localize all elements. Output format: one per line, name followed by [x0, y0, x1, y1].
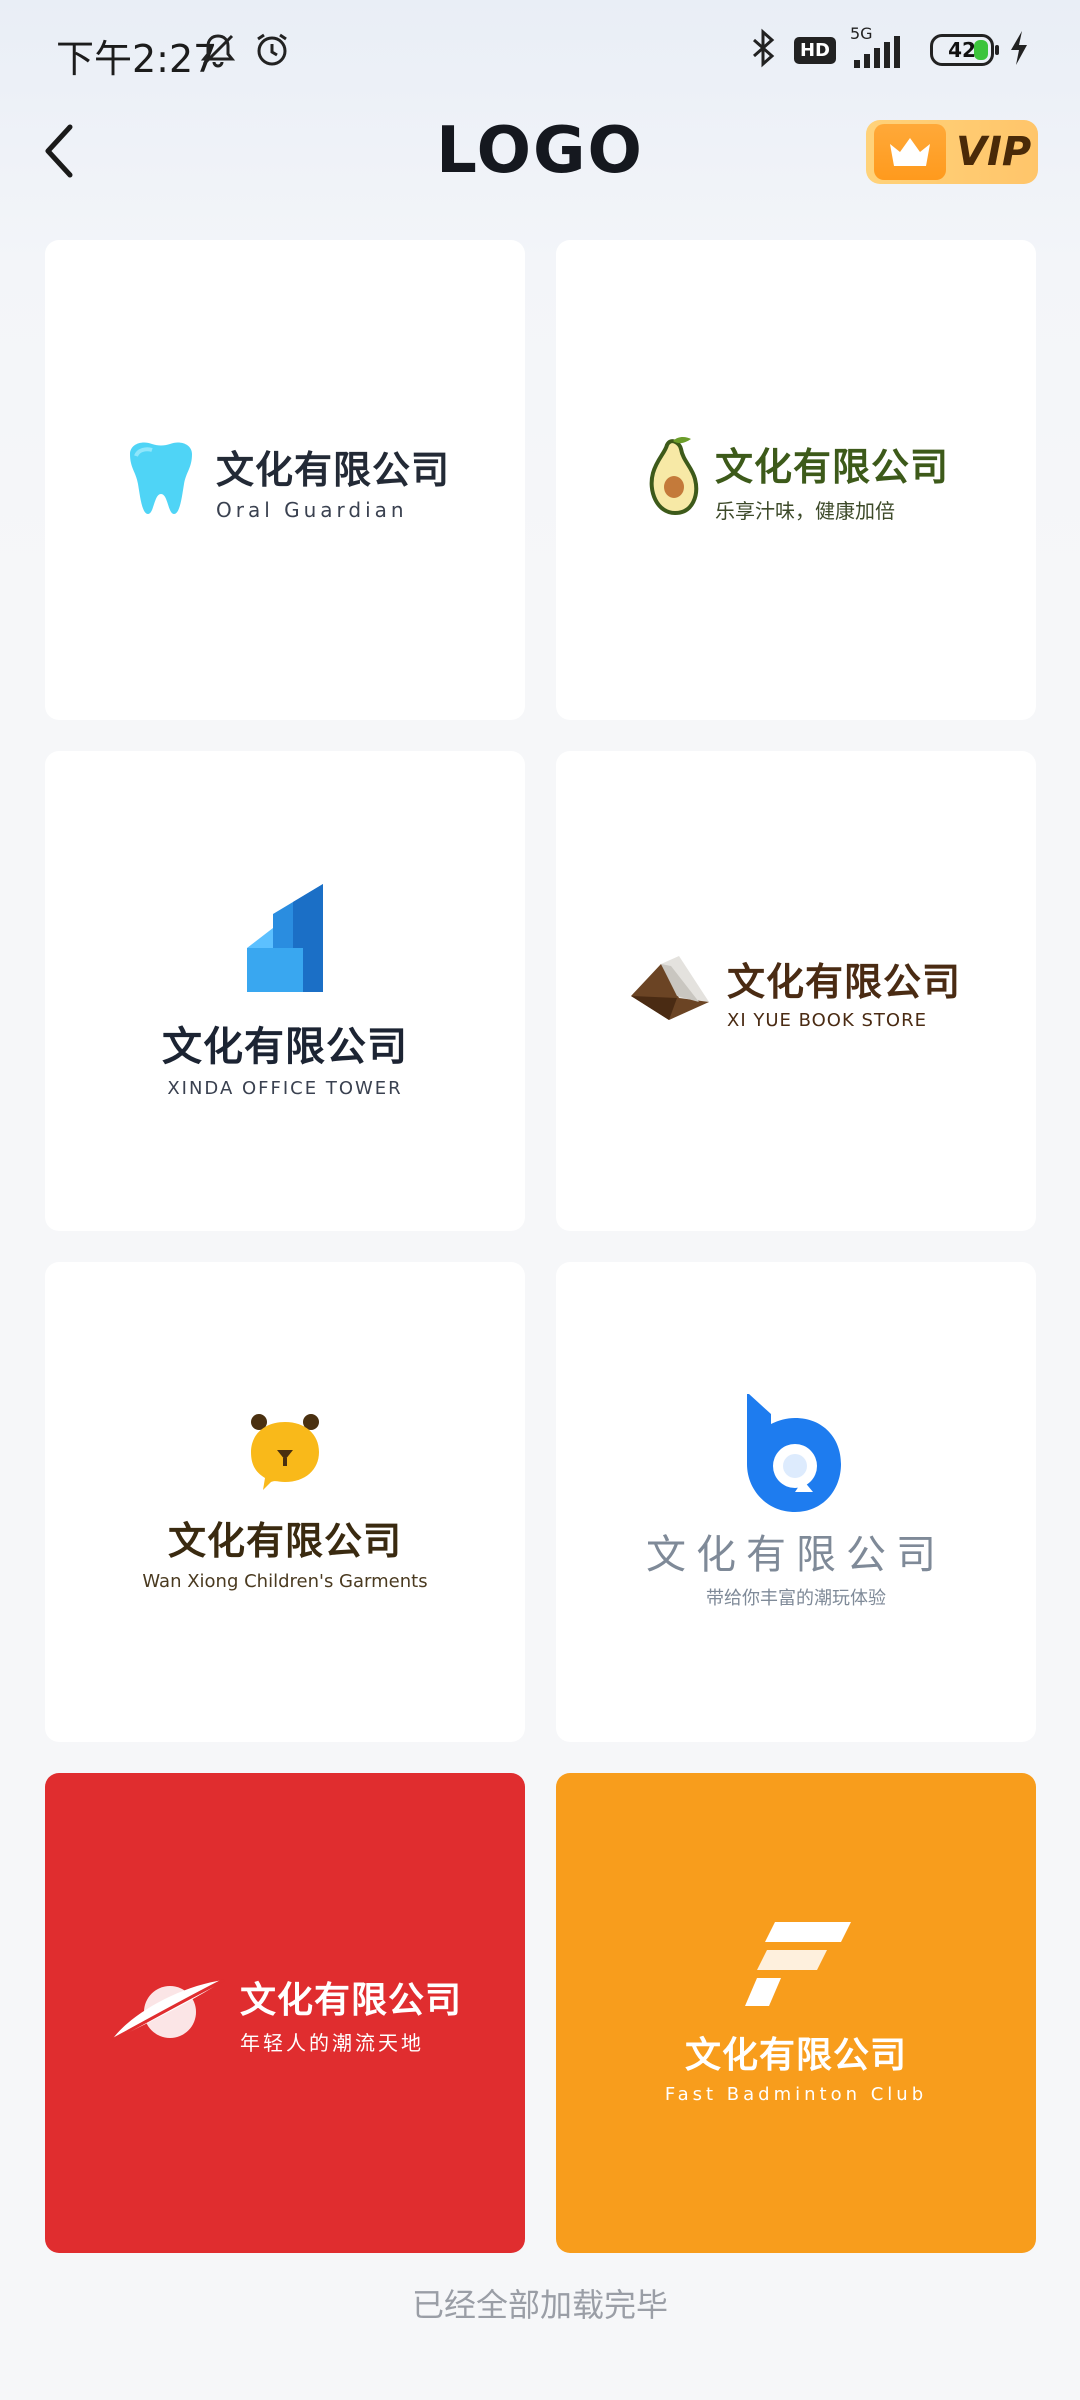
- vip-label: VIP: [956, 129, 1032, 175]
- letter-b-icon: [741, 1394, 851, 1518]
- battery-level: 42: [948, 38, 976, 62]
- logo-card[interactable]: 文化有限公司 乐享汁味，健康加倍: [556, 240, 1036, 720]
- logo-subtitle: XINDA OFFICE TOWER: [167, 1077, 403, 1099]
- logo-title: 文化有限公司: [646, 1532, 946, 1578]
- logo-title: 文化有限公司: [215, 447, 450, 492]
- bear-icon: [245, 1412, 325, 1500]
- logo-card[interactable]: 文化有限公司 XINDA OFFICE TOWER: [45, 751, 525, 1231]
- vip-button[interactable]: VIP: [866, 120, 1038, 184]
- logo-card[interactable]: 文化有限公司 带给你丰富的潮玩体验: [556, 1262, 1036, 1742]
- logo-subtitle: Oral Guardian: [215, 497, 408, 522]
- logo-card[interactable]: 文化有限公司 Fast Badminton Club: [556, 1773, 1036, 2253]
- tooth-icon: [120, 440, 202, 520]
- planet-icon: [108, 1976, 228, 2050]
- logo-title: 文化有限公司: [167, 1519, 402, 1563]
- book-icon: [630, 956, 711, 1026]
- letter-f-icon: [741, 1921, 851, 2012]
- status-left-icons: [198, 30, 292, 74]
- crown-icon: [874, 124, 946, 180]
- logo-card[interactable]: 文化有限公司 年轻人的潮流天地: [45, 1773, 525, 2253]
- logo-card[interactable]: 文化有限公司 Wan Xiong Children's Garments: [45, 1262, 525, 1742]
- logo-title: 文化有限公司: [684, 2034, 907, 2076]
- building-icon: [245, 883, 325, 998]
- signal-icon: 5G: [850, 24, 916, 70]
- charging-icon: [1008, 29, 1030, 71]
- load-complete-message: 已经全部加载完毕: [411, 2286, 668, 2324]
- logo-title: 文化有限公司: [239, 1979, 462, 2021]
- status-bar: 下午2:27 HD 5G 42: [0, 0, 1080, 104]
- bluetooth-icon: [746, 28, 780, 72]
- alarm-icon: [252, 30, 292, 74]
- status-time: 下午2:27: [56, 37, 218, 81]
- logo-grid: 文化有限公司 Oral Guardian 文化有限公司 乐享汁味，健康加倍 文化…: [45, 240, 1036, 2253]
- logo-subtitle: XI YUE BOOK STORE: [726, 1010, 927, 1031]
- logo-subtitle: Wan Xiong Children's Garments: [142, 1571, 428, 1592]
- logo-subtitle: Fast Badminton Club: [664, 2083, 928, 2105]
- hd-badge: HD: [793, 36, 836, 64]
- logo-card[interactable]: 文化有限公司 Oral Guardian: [45, 240, 525, 720]
- bell-muted-icon: [198, 30, 238, 74]
- battery-indicator: 42: [930, 34, 999, 66]
- avocado-icon: [643, 435, 705, 525]
- header: LOGO VIP: [0, 104, 1080, 204]
- logo-subtitle: 带给你丰富的潮玩体验: [706, 1588, 886, 1609]
- logo-subtitle: 乐享汁味，健康加倍: [714, 499, 895, 523]
- logo-title: 文化有限公司: [162, 1023, 408, 1070]
- status-right-icons: HD 5G 42: [746, 24, 1030, 72]
- logo-card[interactable]: 文化有限公司 XI YUE BOOK STORE: [556, 751, 1036, 1231]
- logo-title: 文化有限公司: [714, 445, 949, 489]
- logo-title: 文化有限公司: [726, 960, 961, 1004]
- logo-subtitle: 年轻人的潮流天地: [239, 2030, 424, 2055]
